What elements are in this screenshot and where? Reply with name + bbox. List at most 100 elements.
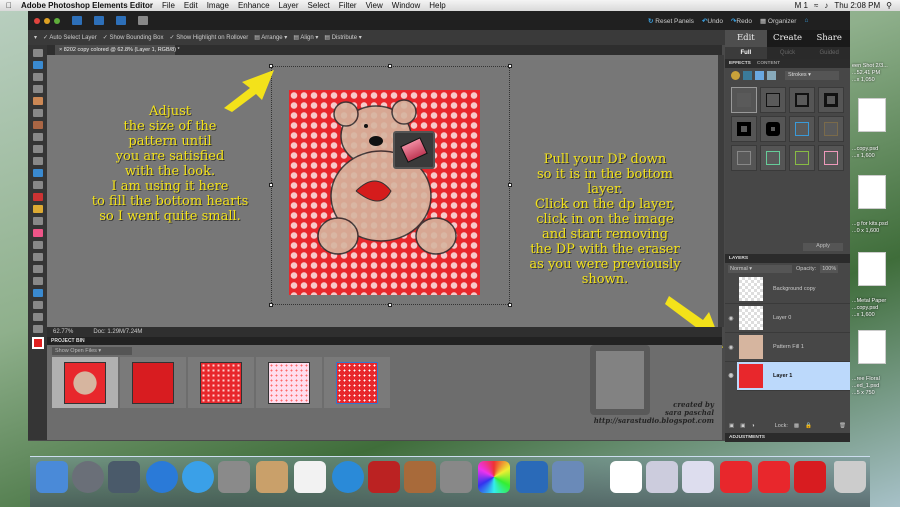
preview-icon[interactable] xyxy=(552,461,584,493)
clock[interactable]: Thu 2:08 PM xyxy=(834,1,880,10)
menu-select[interactable]: Select xyxy=(308,1,330,10)
dock-document-icon[interactable] xyxy=(758,461,790,493)
smart-brush-icon[interactable] xyxy=(32,253,43,261)
menu-view[interactable]: View xyxy=(366,1,383,10)
subtab-guided[interactable]: Guided xyxy=(808,47,850,59)
shape-tool-icon[interactable] xyxy=(32,289,43,297)
menu-edit[interactable]: Edit xyxy=(184,1,198,10)
stroke-swatch[interactable] xyxy=(818,145,844,171)
eye-icon[interactable]: ◉ xyxy=(725,315,737,322)
distribute-dropdown[interactable]: ▤ Distribute ▾ xyxy=(324,34,361,41)
stroke-swatch[interactable] xyxy=(760,145,786,171)
marquee-tool-icon[interactable] xyxy=(32,97,43,105)
opacity-field[interactable]: 100% xyxy=(820,265,839,273)
highlight-checkbox[interactable]: ✓ Show Highlight on Rollover xyxy=(170,34,249,41)
stroke-swatch[interactable] xyxy=(789,145,815,171)
undo-button[interactable]: ↶Undo xyxy=(702,17,723,25)
minimize-button[interactable] xyxy=(44,17,50,24)
resize-handle[interactable] xyxy=(388,64,392,68)
bin-thumb[interactable] xyxy=(52,357,118,408)
arrange-dropdown[interactable]: ▤ Arrange ▾ xyxy=(254,34,287,41)
layer-row[interactable]: ◉ Layer 0 xyxy=(725,304,850,333)
pencil-tool-icon[interactable] xyxy=(32,325,43,333)
menu-enhance[interactable]: Enhance xyxy=(238,1,270,10)
gradient-tool-icon[interactable] xyxy=(32,277,43,285)
layer-row[interactable]: Background copy xyxy=(725,275,850,304)
magic-wand-tool-icon[interactable] xyxy=(32,121,43,129)
save-icon[interactable] xyxy=(94,16,104,25)
bin-thumb[interactable] xyxy=(188,357,254,408)
contacts-icon[interactable] xyxy=(256,461,288,493)
itunes-icon[interactable] xyxy=(332,461,364,493)
safari-icon[interactable] xyxy=(182,461,214,493)
stroke-swatch[interactable] xyxy=(818,87,844,113)
healing-brush-icon[interactable] xyxy=(32,205,43,213)
system-preferences-icon[interactable] xyxy=(440,461,472,493)
cookie-cutter-icon[interactable] xyxy=(32,169,43,177)
effects-icon[interactable] xyxy=(767,71,776,80)
iphoto-icon[interactable] xyxy=(404,461,436,493)
apple-icon[interactable]:  xyxy=(6,1,12,10)
desktop-file-icon[interactable] xyxy=(858,98,886,132)
styles-icon[interactable] xyxy=(743,71,752,80)
stroke-swatch[interactable] xyxy=(731,145,757,171)
organizer-button[interactable]: ▦ Organizer xyxy=(760,17,797,25)
stroke-swatch[interactable] xyxy=(818,116,844,142)
blend-mode-select[interactable]: Normal ▾ xyxy=(728,265,792,273)
elements-icon[interactable] xyxy=(516,461,548,493)
tab-create[interactable]: Create xyxy=(767,30,809,47)
zoom-tool-icon[interactable] xyxy=(32,61,43,69)
home-icon[interactable]: ⌂ xyxy=(804,17,808,24)
mask-icon[interactable]: ◑ xyxy=(751,423,754,429)
stroke-swatch[interactable] xyxy=(731,87,757,113)
tab-share[interactable]: Share xyxy=(808,30,850,47)
trash-icon[interactable] xyxy=(834,461,866,493)
menu-image[interactable]: Image xyxy=(207,1,229,10)
document-tab[interactable]: × 8202 copy colored @ 62.8% (Layer 1, RG… xyxy=(55,45,180,55)
subtab-full[interactable]: Full xyxy=(725,47,767,59)
stroke-swatch[interactable] xyxy=(760,87,786,113)
selection-brush-icon[interactable] xyxy=(32,133,43,141)
hand-tool-icon[interactable] xyxy=(32,73,43,81)
menu-file[interactable]: File xyxy=(162,1,175,10)
wifi-icon[interactable]: ≈ xyxy=(814,1,818,10)
lasso-tool-icon[interactable] xyxy=(32,109,43,117)
content-tab[interactable]: CONTENT xyxy=(757,61,780,66)
blur-tool-icon[interactable] xyxy=(32,301,43,309)
dock-document-icon[interactable] xyxy=(720,461,752,493)
straighten-tool-icon[interactable] xyxy=(32,181,43,189)
adjustment-layer-icon[interactable]: ▣ xyxy=(740,423,745,429)
dock-document-icon[interactable] xyxy=(794,461,826,493)
stroke-swatch[interactable] xyxy=(789,87,815,113)
stroke-swatch[interactable] xyxy=(789,116,815,142)
apply-button[interactable]: Apply xyxy=(803,243,843,251)
colors-app-icon[interactable] xyxy=(478,461,510,493)
desktop-file-icon[interactable] xyxy=(858,330,886,364)
resize-handle[interactable] xyxy=(269,303,273,307)
brush-tool-icon[interactable] xyxy=(32,241,43,249)
status-m[interactable]: M 1 xyxy=(795,1,808,10)
search-icon[interactable]: ⚲ xyxy=(886,1,892,10)
bounding-box-checkbox[interactable]: ✓ Show Bounding Box xyxy=(103,34,164,41)
new-icon[interactable] xyxy=(72,16,82,25)
app-name[interactable]: Adobe Photoshop Elements Editor xyxy=(21,1,153,10)
sponge-tool-icon[interactable] xyxy=(32,313,43,321)
desktop-file-icon[interactable] xyxy=(858,175,886,209)
bin-thumb[interactable] xyxy=(120,357,186,408)
zoom-button[interactable] xyxy=(54,17,60,24)
facetime-icon[interactable] xyxy=(218,461,250,493)
category-dropdown[interactable]: Strokes ▾ xyxy=(785,71,839,80)
eye-icon[interactable]: ◉ xyxy=(725,361,737,391)
stroke-swatch[interactable] xyxy=(731,116,757,142)
move-tool-icon[interactable] xyxy=(32,49,43,57)
dock-document-icon[interactable] xyxy=(610,461,642,493)
launchpad-icon[interactable] xyxy=(72,461,104,493)
bounding-box[interactable] xyxy=(269,64,512,307)
menu-filter[interactable]: Filter xyxy=(339,1,357,10)
bin-thumb[interactable] xyxy=(324,357,390,408)
stroke-swatch[interactable] xyxy=(760,116,786,142)
dashboard-icon[interactable] xyxy=(108,461,140,493)
eye-icon[interactable]: ◉ xyxy=(725,344,737,351)
app-store-icon[interactable] xyxy=(146,461,178,493)
crop-tool-icon[interactable] xyxy=(32,157,43,165)
